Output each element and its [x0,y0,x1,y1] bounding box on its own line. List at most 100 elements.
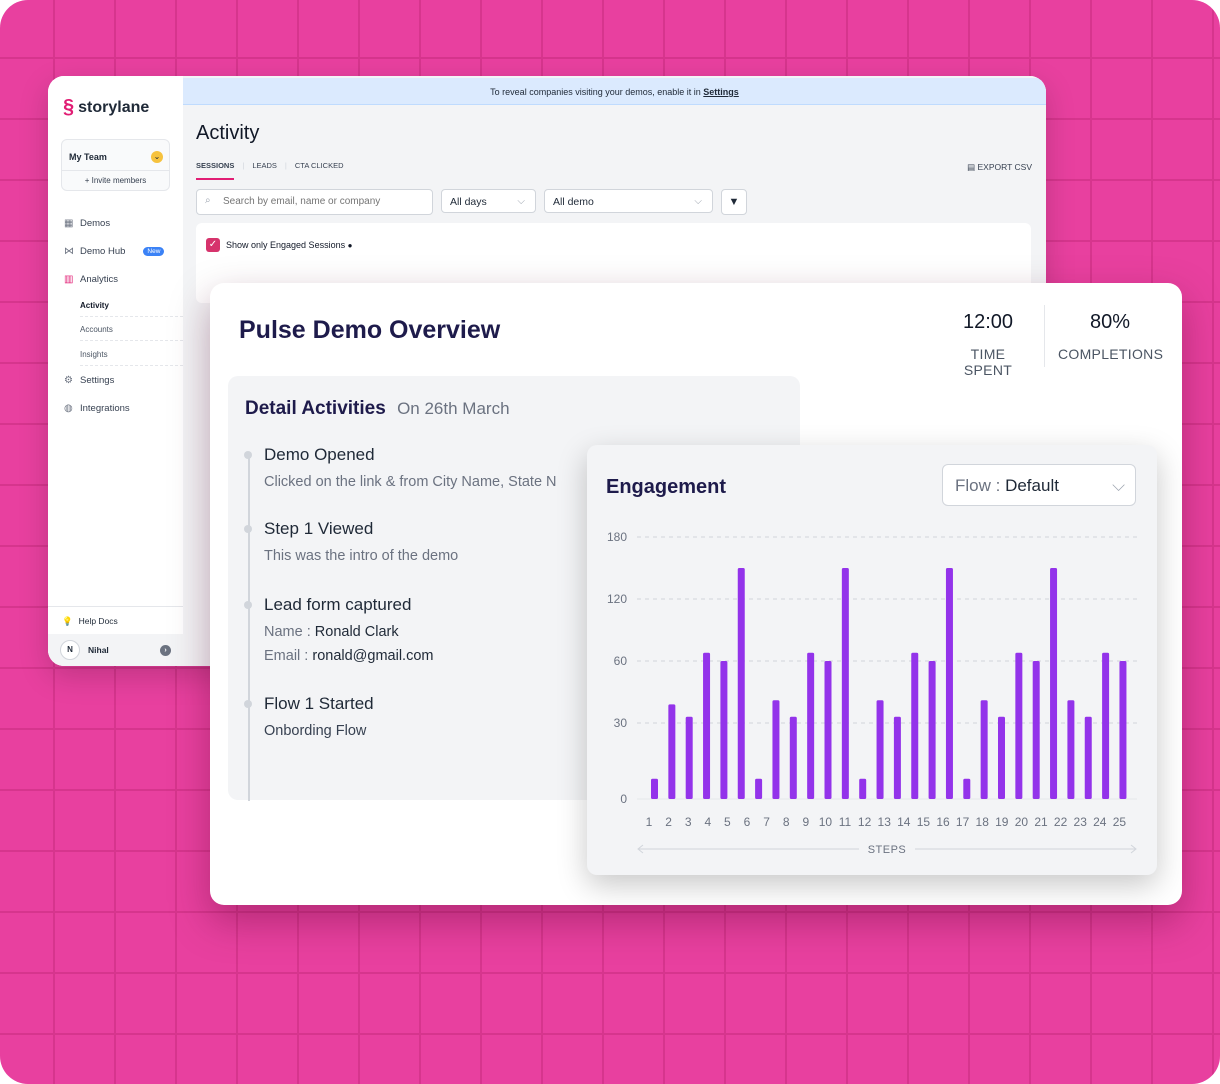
sidebar-subitem-insights[interactable]: Insights [80,350,183,366]
event-title: Lead form captured [264,595,412,614]
bar [685,716,693,799]
bar [893,716,901,799]
event-name-row: Name : Ronald Clark [264,624,433,640]
completions-value: 80% [1089,311,1131,333]
help-label: Help Docs [78,616,118,626]
tab-leads[interactable]: LEADS [252,161,277,180]
bar [720,661,728,799]
tab-sessions[interactable]: SESSIONS [196,161,235,180]
x-tick-label: 10 [819,815,833,829]
timeline-line [248,456,250,801]
globe-icon: ◍ [64,402,73,414]
metric-divider [1044,305,1045,367]
x-tick-label: 20 [1015,815,1029,829]
email-label: Email : [264,648,309,664]
sidebar-item-label: Analytics [80,274,119,285]
y-tick-label: 180 [607,530,627,544]
sidebar-item-analytics[interactable]: ▥ Analytics [48,274,183,285]
engaged-label-text: Show only Engaged Sessions [226,240,346,250]
x-tick-label: 6 [744,815,751,829]
x-tick-label: 16 [936,815,950,829]
sidebar-item-label: Demos [80,218,111,229]
sidebar-subitem-accounts[interactable]: Accounts [80,325,183,341]
banner-settings-link[interactable]: Settings [703,87,739,97]
logo[interactable]: § storylane [63,96,149,119]
grid-icon: ▦ [64,217,74,229]
banner-text: To reveal companies visiting your demos,… [490,87,701,97]
days-value: All days [450,196,487,208]
engaged-sessions-label: Show only Engaged Sessions ● [226,240,352,250]
x-tick-label: 9 [802,815,809,829]
sidebar-subitem-activity[interactable]: Activity [80,301,183,317]
user-menu[interactable]: N Nihal › [48,634,183,666]
sidebar-item-label: Demo Hub [80,246,126,257]
event-email-row: Email : ronald@gmail.com [264,648,433,664]
sidebar-item-demos[interactable]: ▦ Demos [48,218,183,229]
bar [859,778,867,799]
filter-button[interactable]: ▼ [721,189,747,215]
bar [755,778,763,799]
completions-metric: 80% COMPLETIONS [1058,311,1163,362]
bar [928,661,936,799]
info-icon[interactable]: ● [348,241,353,250]
search-field[interactable]: ⌕ [196,189,433,215]
sidebar-item-demo-hub[interactable]: ⋈ Demo Hub New [48,246,183,257]
detail-date: On 26th March [397,399,510,418]
x-tick-label: 19 [995,815,1009,829]
help-docs-link[interactable]: 💡 Help Docs [48,606,183,635]
bar [1119,661,1127,799]
team-switcher[interactable]: My Team ⌄ + Invite members [61,139,170,191]
chevron-right-icon[interactable]: › [160,644,171,656]
timeline-event: Demo Opened Clicked on the link & from C… [244,445,557,490]
tab-cta-clicked[interactable]: CTA CLICKED [295,161,344,180]
timeline-event: Step 1 Viewed This was the intro of the … [244,519,458,564]
x-tick-label: 11 [839,815,852,829]
timeline-dot [244,601,252,609]
timeline-dot [244,700,252,708]
bar [703,652,711,799]
engagement-chart: 180120603001 2 3 4 5 6 7 8 9 10 11 12 13 14 15 16 17 18 19… [607,530,1137,856]
tab-bar: SESSIONS | LEADS | CTA CLICKED [196,161,344,180]
export-csv-button[interactable]: ▤ EXPORT CSV [967,162,1032,173]
x-tick-label: 15 [917,815,931,829]
lead-name: Ronald Clark [314,624,399,640]
avatar: N [60,640,80,660]
chevron-down-icon: ⌵ [694,196,702,207]
bar [737,568,745,799]
engaged-sessions-checkbox[interactable]: ✓ [206,238,220,252]
x-tick-label: 24 [1093,815,1107,829]
bar-chart-icon: ▥ [64,273,74,285]
search-input[interactable] [221,195,425,208]
invite-members-button[interactable]: + Invite members [62,170,169,185]
page-title: Activity [196,122,260,144]
bar [945,568,953,799]
x-tick-label: 5 [724,815,731,829]
export-label: EXPORT CSV [977,162,1032,172]
x-tick-label: 7 [763,815,770,829]
x-tick-label: 2 [665,815,672,829]
demo-select[interactable]: All demo ⌵ [544,189,713,213]
detail-activities-title: Detail Activities On 26th March [245,398,510,420]
sidebar-item-integrations[interactable]: ◍ Integrations [48,403,183,414]
bar [824,661,832,799]
bar [980,700,988,799]
bar [1102,652,1110,799]
chevron-down-icon[interactable]: ⌄ [151,151,163,163]
days-select[interactable]: All days ⌵ [441,189,536,213]
lead-email: ronald@gmail.com [312,648,434,664]
sidebar-item-label: Integrations [80,403,130,414]
bar [1067,700,1075,799]
lightbulb-icon: 💡 [62,615,73,626]
x-tick-label: 12 [858,815,872,829]
time-spent-value: 12:00 [962,311,1014,333]
x-tick-label: 1 [646,815,653,829]
sidebar: § storylane My Team ⌄ + Invite members ▦… [48,76,184,666]
bar [911,652,919,799]
chevron-down-icon: ⌵ [517,196,525,207]
x-tick-label: 21 [1034,815,1048,829]
brand-name: storylane [78,98,150,116]
x-tick-label: 23 [1074,815,1088,829]
event-description: Clicked on the link & from City Name, St… [264,474,557,490]
tab-divider: | [284,161,287,170]
sidebar-item-settings[interactable]: ⚙ Settings [48,375,183,386]
